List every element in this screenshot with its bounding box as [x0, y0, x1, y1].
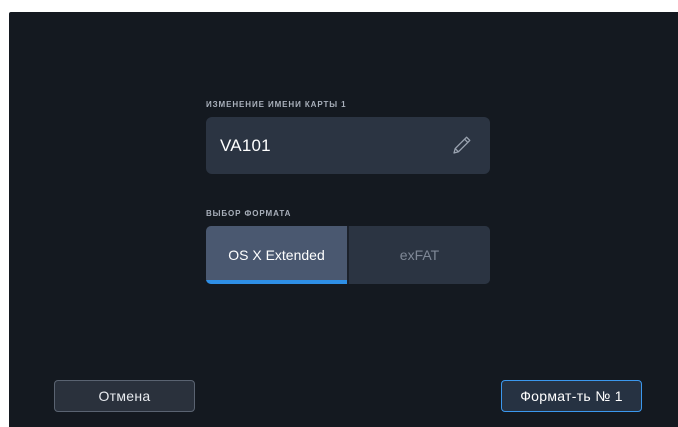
format-select-label: ВЫБОР ФОРМАТА	[206, 209, 292, 218]
card-name-label: ИЗМЕНЕНИЕ ИМЕНИ КАРТЫ 1	[206, 100, 347, 109]
format-card-button-label: Формат-ть № 1	[520, 388, 623, 404]
format-selector: OS X Extended exFAT	[206, 226, 490, 284]
format-card-button[interactable]: Формат-ть № 1	[501, 380, 642, 412]
selected-indicator	[206, 280, 347, 284]
pencil-icon[interactable]	[450, 133, 474, 157]
card-name-value: VA101	[220, 136, 271, 155]
format-card-screen: ИЗМЕНЕНИЕ ИМЕНИ КАРТЫ 1 VA101 ВЫБОР ФОРМ…	[9, 12, 678, 427]
format-option-exfat[interactable]: exFAT	[349, 226, 490, 284]
format-option-osx-extended[interactable]: OS X Extended	[206, 226, 347, 284]
format-option-label: exFAT	[399, 247, 440, 263]
card-name-field[interactable]: VA101	[206, 117, 490, 174]
cancel-button[interactable]: Отмена	[54, 380, 195, 412]
cancel-button-label: Отмена	[98, 388, 151, 404]
format-option-label: OS X Extended	[228, 247, 325, 263]
